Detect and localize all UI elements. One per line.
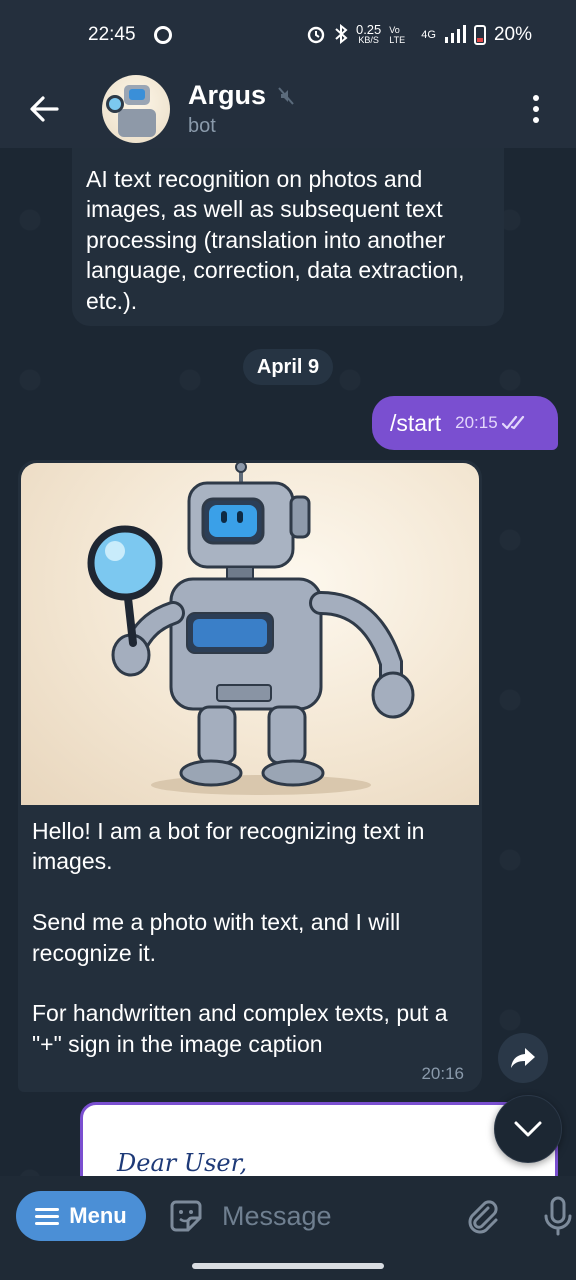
menu-icon bbox=[35, 1207, 60, 1225]
message-input[interactable] bbox=[222, 1200, 422, 1232]
date-separator: April 9 bbox=[243, 349, 333, 385]
home-handle[interactable] bbox=[192, 1263, 384, 1269]
share-icon bbox=[511, 1048, 535, 1068]
menu-button[interactable]: Menu bbox=[16, 1191, 146, 1241]
chat-name: Argus bbox=[188, 80, 267, 110]
more-vert-icon[interactable] bbox=[526, 89, 546, 129]
net-speed: 0.25 KB/S bbox=[355, 22, 382, 45]
scroll-down-button[interactable] bbox=[494, 1095, 562, 1163]
chat-header: Argus bot bbox=[0, 70, 576, 148]
message-text: /start bbox=[390, 409, 442, 436]
message-time: 20:16 bbox=[421, 1064, 464, 1083]
message-bubble-incoming[interactable]: AI text recognition on photos and images… bbox=[72, 148, 504, 326]
back-arrow-icon bbox=[30, 96, 59, 122]
message-paragraph: Send me a photo with text, and I will re… bbox=[32, 909, 401, 966]
battery-icon bbox=[473, 25, 486, 45]
message-paragraph: For handwritten and complex texts, put a… bbox=[32, 1000, 448, 1057]
sticker-icon[interactable] bbox=[166, 1196, 206, 1236]
chat-title: Argus bbox=[188, 80, 294, 111]
chat-subtitle: bot bbox=[188, 115, 216, 137]
bluetooth-icon bbox=[334, 23, 348, 47]
message-bubble-incoming[interactable]: Hello! I am a bot for recognizing text i… bbox=[18, 460, 482, 1092]
handwriting-text: Dear User, bbox=[117, 1149, 248, 1177]
share-button[interactable] bbox=[498, 1033, 548, 1083]
alarm-icon bbox=[306, 24, 326, 47]
robot-image[interactable] bbox=[21, 463, 479, 805]
handwriting-image-preview[interactable]: Dear User, bbox=[80, 1102, 558, 1182]
attach-icon[interactable] bbox=[464, 1198, 500, 1234]
chat-title-block[interactable]: Argus bot bbox=[188, 80, 294, 138]
status-bar: 22:45 0.25 KB/S Vo LTE 4G 20% bbox=[0, 0, 576, 70]
message-bubble-outgoing[interactable]: /start 20:15 bbox=[372, 396, 558, 450]
signal-icon bbox=[444, 24, 466, 46]
message-paragraph: Hello! I am a bot for recognizing text i… bbox=[32, 818, 425, 875]
back-button[interactable] bbox=[14, 79, 74, 139]
volte-badge: Vo LTE bbox=[389, 25, 406, 45]
sync-icon bbox=[153, 26, 172, 44]
mute-icon bbox=[278, 86, 294, 105]
system-nav-bar bbox=[0, 1256, 576, 1280]
avatar[interactable] bbox=[102, 75, 170, 143]
message-text-block: Hello! I am a bot for recognizing text i… bbox=[32, 816, 472, 1059]
mic-icon[interactable] bbox=[542, 1196, 574, 1236]
message-time: 20:15 bbox=[455, 413, 498, 432]
status-indicators: 0.25 KB/S Vo LTE 4G 20% bbox=[306, 22, 532, 47]
status-time: 22:45 bbox=[88, 24, 136, 45]
composer-bar: Menu bbox=[0, 1176, 576, 1256]
battery-percent: 20% bbox=[493, 24, 532, 45]
network-type: 4G bbox=[421, 29, 436, 41]
double-check-icon bbox=[501, 415, 524, 430]
chevron-down-icon bbox=[514, 1121, 542, 1137]
message-text: AI text recognition on photos and images… bbox=[86, 166, 465, 314]
menu-label: Menu bbox=[69, 1203, 127, 1228]
